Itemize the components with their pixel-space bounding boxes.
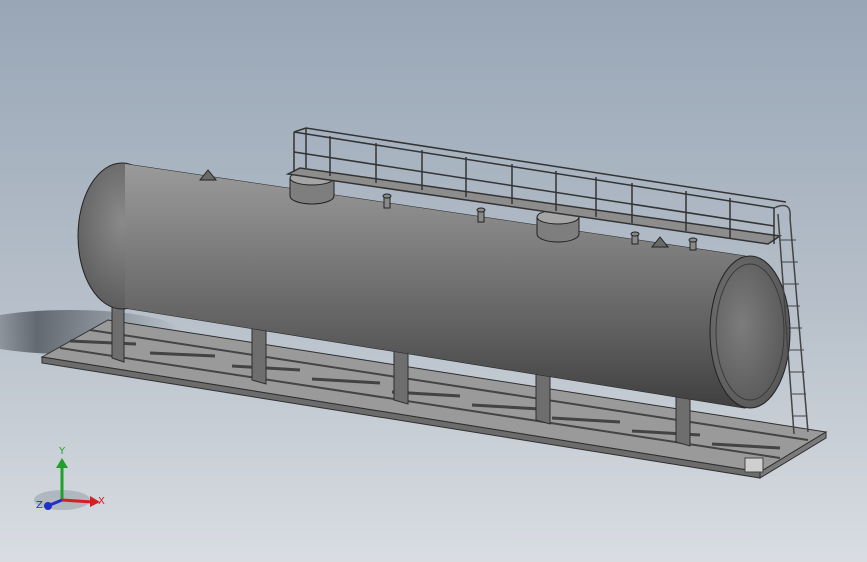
axis-triad[interactable]: Y X Z [32, 440, 112, 520]
tank-right-head[interactable] [709, 255, 791, 409]
cad-viewport[interactable] [0, 0, 867, 562]
x-axis-label: X [98, 496, 105, 507]
z-axis-label: Z [36, 500, 43, 511]
y-axis-label: Y [58, 446, 66, 457]
